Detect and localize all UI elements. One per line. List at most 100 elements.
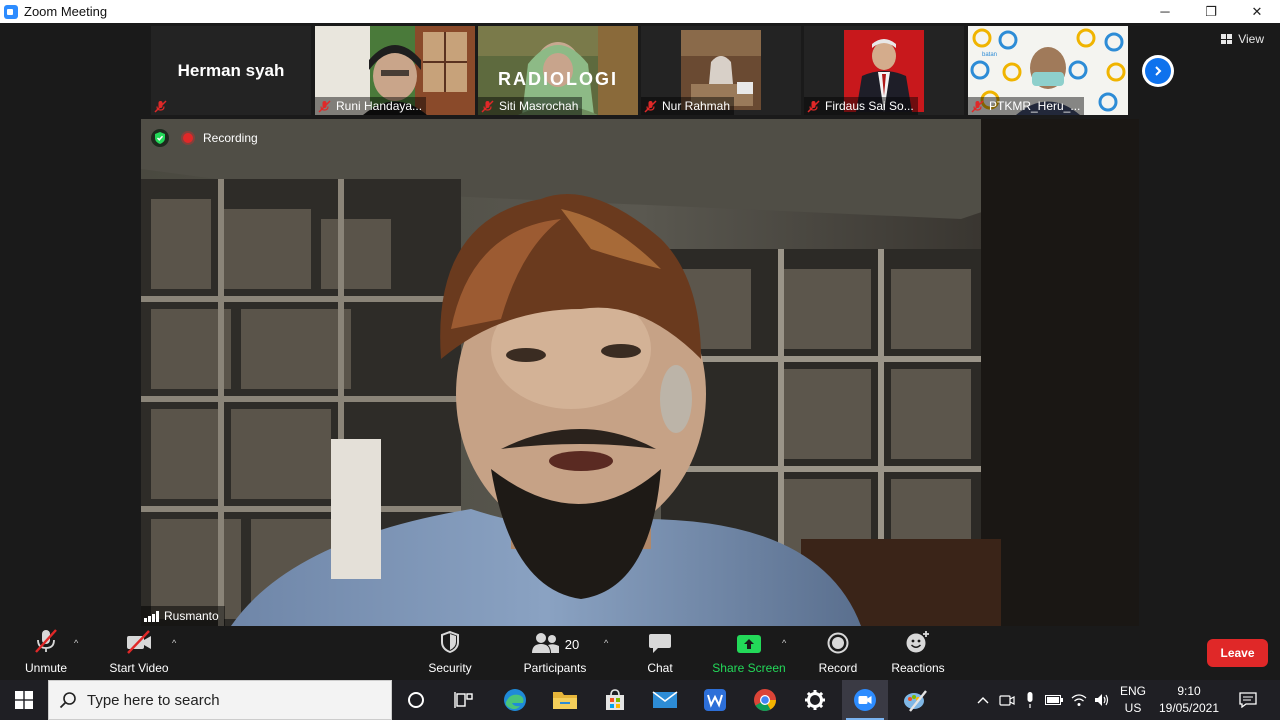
speaker-name-tag: Rusmanto <box>141 606 225 626</box>
keyboard-region: US <box>1124 701 1142 715</box>
wps-writer-icon <box>704 689 726 711</box>
show-hidden-icons-button[interactable] <box>972 680 994 720</box>
active-speaker-video[interactable]: Recording Rusmanto <box>141 119 1139 626</box>
task-view-button[interactable] <box>444 680 484 720</box>
participants-icon: 20 <box>531 626 579 658</box>
chevron-right-icon <box>1145 58 1171 84</box>
clock-time: 9:10 <box>1177 684 1201 698</box>
recording-indicator[interactable]: Recording <box>151 129 258 147</box>
muted-mic-icon <box>154 99 167 113</box>
taskbar-search[interactable] <box>48 680 392 720</box>
leave-button[interactable]: Leave <box>1207 639 1268 667</box>
participant-thumbnail[interactable]: Firdaus Sai So... <box>804 26 964 115</box>
participant-name: Firdaus Sai So... <box>825 99 914 113</box>
chrome-icon <box>754 689 776 711</box>
participant-thumbnail[interactable]: Herman syah <box>151 26 311 115</box>
zoom-app-icon <box>4 4 18 19</box>
participant-name-bar: Siti Masrochah <box>478 97 583 115</box>
participant-name-bar: Firdaus Sai So... <box>804 97 918 115</box>
input-language-indicator[interactable]: ENG US <box>1116 683 1150 717</box>
file-explorer-button[interactable] <box>544 680 586 720</box>
unmute-button[interactable]: Unmute <box>18 626 74 680</box>
cortana-button[interactable] <box>396 680 436 720</box>
participants-button[interactable]: 20 Participants <box>518 626 592 680</box>
microphone-icon <box>1027 692 1033 708</box>
start-video-button[interactable]: Start Video <box>104 626 174 680</box>
muted-mic-icon <box>33 626 59 658</box>
reactions-button[interactable]: Reactions <box>886 626 950 680</box>
pinned-app-button[interactable] <box>894 680 936 720</box>
share-options-caret-icon[interactable]: ^ <box>782 638 786 648</box>
video-off-icon <box>125 626 153 658</box>
zoom-taskbar-button[interactable] <box>842 680 888 720</box>
chat-label: Chat <box>647 661 673 675</box>
chrome-button[interactable] <box>744 680 786 720</box>
microphone-tray-icon[interactable] <box>1020 680 1040 720</box>
start-button[interactable] <box>0 680 48 720</box>
notification-icon <box>1239 692 1257 708</box>
speaker-icon <box>1095 694 1109 706</box>
action-center-button[interactable] <box>1230 680 1266 720</box>
edge-browser-button[interactable] <box>494 680 536 720</box>
volume-tray-icon[interactable] <box>1091 680 1113 720</box>
participant-thumbnail[interactable]: RADIOLOGI Siti Masrochah <box>478 26 638 115</box>
language-code: ENG <box>1119 684 1146 698</box>
zoom-camera-icon <box>854 689 876 711</box>
participant-name: Runi Handaya... <box>336 99 423 113</box>
start-video-label: Start Video <box>109 661 169 675</box>
battery-icon <box>1045 695 1063 705</box>
unmute-label: Unmute <box>24 661 68 675</box>
view-button[interactable]: View <box>1221 32 1264 46</box>
participant-name-bar: Nur Rahmah <box>641 97 735 115</box>
clock[interactable]: 9:10 19/05/2021 <box>1154 683 1224 717</box>
muted-mic-icon <box>318 99 331 113</box>
mail-button[interactable] <box>644 680 686 720</box>
video-options-caret-icon[interactable]: ^ <box>172 638 176 648</box>
store-bag-icon <box>606 689 624 710</box>
participants-label: Participants <box>523 661 587 675</box>
wps-writer-button[interactable] <box>694 680 736 720</box>
battery-tray-icon[interactable] <box>1042 680 1066 720</box>
store-button[interactable] <box>594 680 636 720</box>
record-icon <box>827 626 849 658</box>
participant-name-bar: PTKMR_Heru_... <box>968 97 1085 115</box>
edge-icon <box>504 689 526 711</box>
participant-name: PTKMR_Heru_... <box>989 99 1081 113</box>
chat-button[interactable]: Chat <box>640 626 680 680</box>
participant-thumbnail[interactable]: batan PTKMR_Heru_... <box>968 26 1128 115</box>
share-screen-button[interactable]: Share Screen <box>710 626 788 680</box>
speaker-name: Rusmanto <box>164 609 219 623</box>
participant-name: Nur Rahmah <box>662 99 731 113</box>
meet-now-tray-icon[interactable] <box>996 680 1018 720</box>
search-icon <box>59 691 87 709</box>
chevron-up-icon <box>977 697 989 704</box>
shield-icon <box>439 626 461 658</box>
next-page-button[interactable] <box>1142 55 1174 87</box>
participant-thumbnail[interactable]: Runi Handaya... <box>315 26 475 115</box>
maximize-button[interactable]: ❐ <box>1188 0 1234 23</box>
participant-thumbnail[interactable]: Nur Rahmah <box>641 26 801 115</box>
share-screen-label: Share Screen <box>712 661 786 675</box>
meeting-controls-bar: Unmute ^ Start Video ^ Security 20 Parti… <box>0 626 1280 680</box>
security-label: Security <box>428 661 472 675</box>
audio-options-caret-icon[interactable]: ^ <box>74 638 78 648</box>
participants-count: 20 <box>564 637 580 652</box>
window-title: Zoom Meeting <box>24 4 108 19</box>
search-input[interactable] <box>87 691 377 709</box>
share-screen-icon <box>736 626 762 658</box>
paint-brush-icon <box>904 690 927 712</box>
gear-icon <box>805 690 825 710</box>
camera-tray-icon <box>999 695 1015 706</box>
muted-mic-icon <box>481 99 494 113</box>
grid-view-icon <box>1221 34 1233 44</box>
participants-options-caret-icon[interactable]: ^ <box>604 638 608 648</box>
settings-button[interactable] <box>794 680 836 720</box>
window-title-bar: Zoom Meeting ─ ❐ ✕ <box>0 0 1280 23</box>
record-button[interactable]: Record <box>812 626 864 680</box>
windows-logo-icon <box>15 691 33 709</box>
view-label: View <box>1238 32 1264 46</box>
minimize-button[interactable]: ─ <box>1142 0 1188 23</box>
close-button[interactable]: ✕ <box>1234 0 1280 23</box>
security-button[interactable]: Security <box>420 626 480 680</box>
wifi-tray-icon[interactable] <box>1068 680 1090 720</box>
